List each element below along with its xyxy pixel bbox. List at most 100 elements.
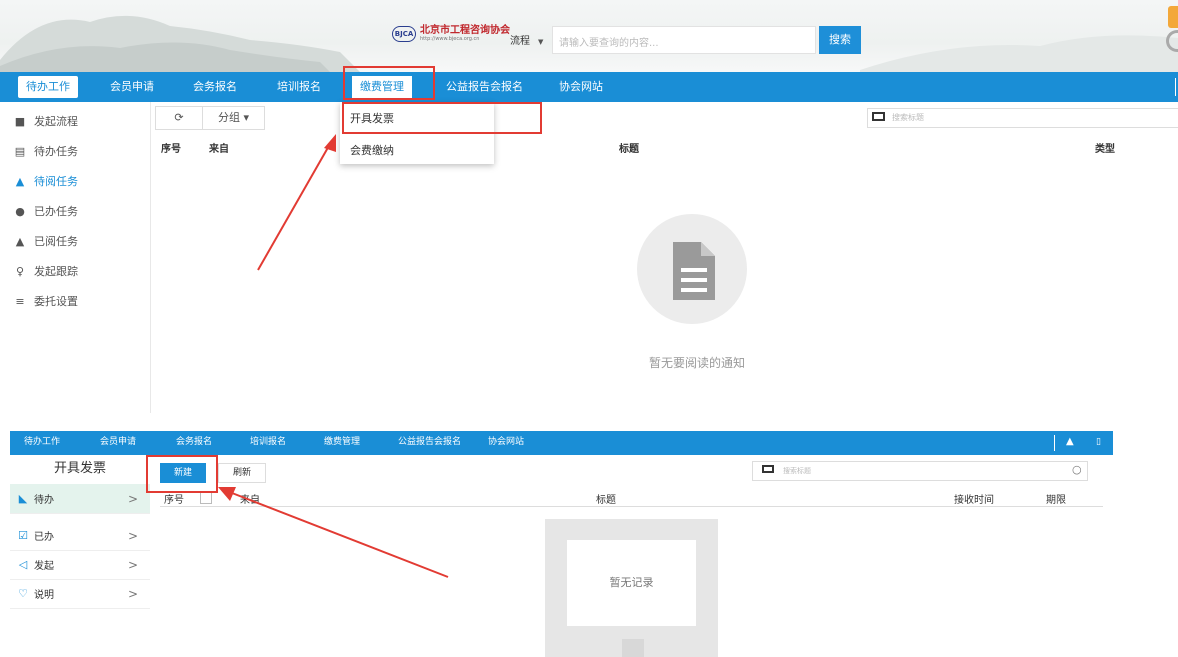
group-dropdown[interactable]: 分组 ▾ xyxy=(203,106,265,130)
column-header-from: 来自 xyxy=(209,144,229,155)
orange-edge-icon xyxy=(1168,6,1178,28)
nav-item-member-apply[interactable]: 会员申请 xyxy=(100,431,136,455)
nav-divider xyxy=(1175,78,1176,96)
sidebar-item-started[interactable]: ◁ 发起 > xyxy=(10,550,150,580)
nav-item-training-signup[interactable]: 培训报名 xyxy=(250,431,286,455)
sidebar: ■ 发起流程 ▤ 待办任务 ▲ 待阅任务 ● 已办任务 ▲ 已阅任务 ♀ 发起跟… xyxy=(0,102,150,413)
sidebar-item-to-read[interactable]: ▲ 待阅任务 xyxy=(0,166,150,196)
annotation-arrow-icon xyxy=(257,134,336,271)
column-header-title: 标题 xyxy=(596,495,616,506)
sidebar-item-done-tasks[interactable]: ● 已办任务 xyxy=(0,196,150,226)
sidebar-item-label: 委托设置 xyxy=(34,295,78,308)
sidebar-item-done[interactable]: ☑ 已办 > xyxy=(10,521,150,551)
caret-down-icon: ▼ xyxy=(538,38,544,46)
sidebar-item-read-tasks[interactable]: ▲ 已阅任务 xyxy=(0,226,150,256)
sidebar-item-delegate-settings[interactable]: ≡ 委托设置 xyxy=(0,286,150,316)
nav-item-charity-report-signup[interactable]: 公益报告会报名 xyxy=(398,431,461,455)
sidebar-item-label: 待办任务 xyxy=(34,145,78,158)
column-header-type: 类型 xyxy=(1095,144,1115,155)
person-pin-icon: ♀ xyxy=(15,264,25,278)
refresh-button[interactable]: 刷新 xyxy=(218,463,266,483)
search-scope-value: 流程 xyxy=(510,36,530,47)
column-header-deadline: 期限 xyxy=(1046,495,1066,506)
bell-icon: ▲ xyxy=(15,174,25,188)
checklist-icon: ☑ xyxy=(18,529,28,542)
annotation-highlight-box xyxy=(342,102,542,134)
sidebar-item-todo[interactable]: ◣ 待办 > xyxy=(10,484,150,514)
sidebar-item-start-process[interactable]: ■ 发起流程 xyxy=(0,106,150,136)
association-logo[interactable]: BJCA 北京市工程咨询协会 http://www.bjeca.org.cn xyxy=(392,26,510,42)
search-title-input[interactable]: 搜索标题 xyxy=(752,461,1088,481)
menu-item-pay-dues[interactable]: 会费缴纳 xyxy=(350,142,394,158)
check-circle-icon: ● xyxy=(15,204,25,218)
monitor-icon xyxy=(762,465,774,473)
toolbar: ⟳ 分组 ▾ xyxy=(155,106,265,130)
sidebar-item-label: 发起 xyxy=(34,561,54,572)
top-screenshot: BJCA 北京市工程咨询协会 http://www.bjeca.org.cn 流… xyxy=(0,0,1178,413)
search-title-input[interactable]: 搜索标题 xyxy=(867,108,1178,128)
sidebar-item-label: 发起跟踪 xyxy=(34,265,78,278)
nav-item-fee-management[interactable]: 缴费管理 xyxy=(324,431,360,455)
logo-url: http://www.bjeca.org.cn xyxy=(420,36,480,42)
annotation-highlight-box xyxy=(146,455,218,493)
empty-state-circle xyxy=(637,214,747,324)
sidebar-item-todo-tasks[interactable]: ▤ 待办任务 xyxy=(0,136,150,166)
sidebar-item-instructions[interactable]: ♡ 说明 > xyxy=(10,579,150,609)
list-icon: ▤ xyxy=(14,144,26,158)
sidebar-item-label: 已办任务 xyxy=(34,205,78,218)
search-scope-select[interactable]: 流程 ▼ xyxy=(510,32,543,47)
mobile-icon[interactable]: ▯ xyxy=(1096,431,1101,455)
main-nav: 待办工作 会员申请 会务报名 培训报名 缴费管理 公益报告会报名 协会网站 ▲ … xyxy=(10,431,1113,455)
column-header-index: 序号 xyxy=(164,495,184,506)
bottom-screenshot: 待办工作 会员申请 会务报名 培训报名 缴费管理 公益报告会报名 协会网站 ▲ … xyxy=(0,413,1178,657)
header-banner: BJCA 北京市工程咨询协会 http://www.bjeca.org.cn 流… xyxy=(0,0,1178,72)
sidebar-item-label: 待办 xyxy=(34,495,54,506)
sidebar-item-tracking[interactable]: ♀ 发起跟踪 xyxy=(0,256,150,286)
nav-item-training-signup[interactable]: 培训报名 xyxy=(277,72,321,102)
sidebar-item-label: 已办 xyxy=(34,532,54,543)
column-header-index: 序号 xyxy=(161,144,181,155)
search-icon[interactable]: ○ xyxy=(1072,463,1082,476)
nav-item-association-site[interactable]: 协会网站 xyxy=(488,431,524,455)
empty-state-text: 暂无要阅读的通知 xyxy=(648,356,745,370)
nav-divider xyxy=(1054,435,1055,451)
search-input[interactable]: 请输入要查询的内容... xyxy=(552,26,816,54)
empty-state-text: 暂无记录 xyxy=(567,540,696,626)
empty-state-stem xyxy=(622,639,644,657)
logo-seal: BJCA xyxy=(392,26,416,42)
nav-item-charity-report-signup[interactable]: 公益报告会报名 xyxy=(446,72,523,102)
sidebar-item-label: 已阅任务 xyxy=(34,235,78,248)
bell-icon: ▲ xyxy=(15,234,25,248)
logo-name: 北京市工程咨询协会 xyxy=(420,25,510,36)
inbox-icon: ◣ xyxy=(18,492,28,505)
main-nav: 待办工作 会员申请 会务报名 培训报名 缴费管理 公益报告会报名 协会网站 xyxy=(0,72,1178,102)
sidebar-item-label: 待阅任务 xyxy=(34,175,78,188)
chevron-right-icon: > xyxy=(127,528,138,543)
annotation-highlight-box xyxy=(343,66,435,100)
lightbulb-icon: ♡ xyxy=(18,587,28,600)
nav-item-todo-work[interactable]: 待办工作 xyxy=(24,431,60,455)
nav-item-meeting-signup[interactable]: 会务报名 xyxy=(193,72,237,102)
nav-item-member-apply[interactable]: 会员申请 xyxy=(110,72,154,102)
chevron-right-icon: > xyxy=(127,491,138,506)
sidebar-item-label: 说明 xyxy=(34,590,54,601)
chevron-right-icon: > xyxy=(127,557,138,572)
nav-item-association-site[interactable]: 协会网站 xyxy=(559,72,603,102)
document-icon xyxy=(673,242,715,300)
send-icon: ◁ xyxy=(18,558,28,571)
monitor-icon xyxy=(872,112,885,121)
group-label: 分组 xyxy=(217,111,240,124)
select-all-checkbox[interactable] xyxy=(200,492,212,504)
column-header-received-time: 接收时间 xyxy=(954,495,994,506)
column-header-title: 标题 xyxy=(619,144,639,155)
search-button[interactable]: 搜索 xyxy=(819,26,861,54)
refresh-icon[interactable]: ⟳ xyxy=(155,106,203,130)
nav-item-todo-work[interactable]: 待办工作 xyxy=(18,76,78,98)
chevron-right-icon: > xyxy=(127,586,138,601)
handshake-icon: ≡ xyxy=(15,294,25,308)
nav-item-meeting-signup[interactable]: 会务报名 xyxy=(176,431,212,455)
sidebar-title: 开具发票 xyxy=(53,461,106,476)
document-icon: ■ xyxy=(14,114,26,128)
bell-icon[interactable]: ▲ xyxy=(1066,431,1074,455)
sidebar-item-label: 发起流程 xyxy=(34,115,78,128)
